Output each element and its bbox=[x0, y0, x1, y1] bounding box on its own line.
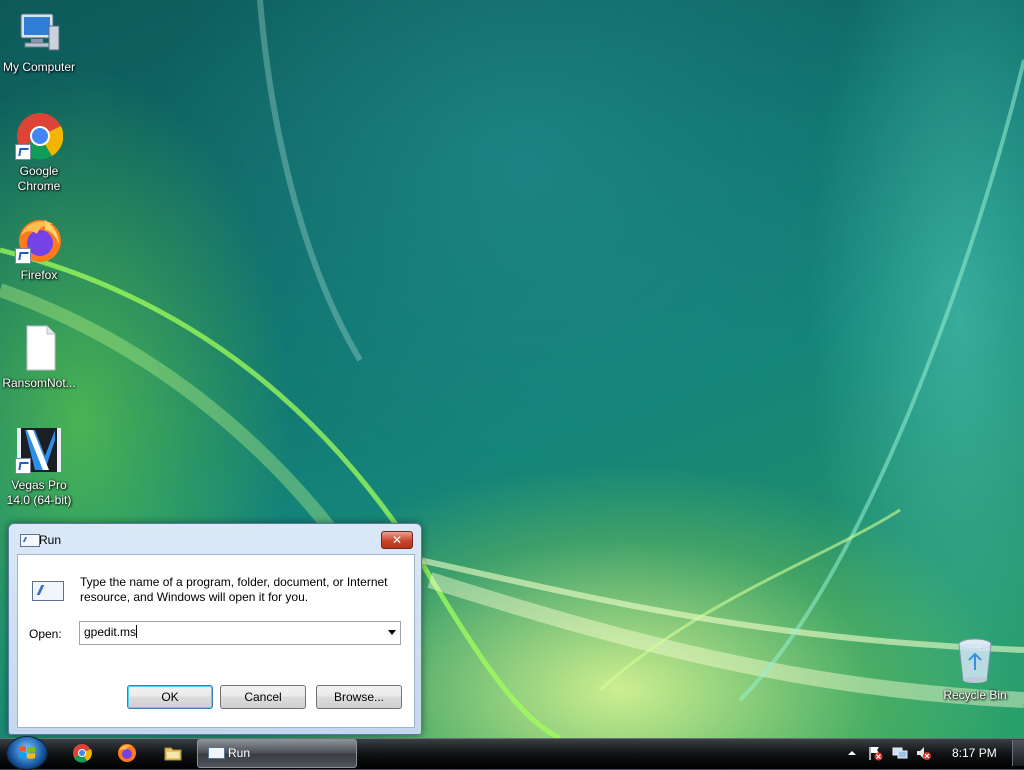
action-center-flag-icon[interactable] bbox=[867, 745, 883, 761]
firefox-icon[interactable] bbox=[117, 743, 137, 763]
desktop-icon-my-computer[interactable]: My Computer bbox=[0, 8, 78, 75]
volume-muted-icon[interactable] bbox=[915, 745, 931, 761]
clock[interactable]: 8:17 PM bbox=[952, 746, 997, 760]
run-icon bbox=[20, 534, 40, 547]
folder-icon[interactable] bbox=[163, 743, 183, 763]
chrome-icon[interactable] bbox=[72, 743, 92, 763]
run-description: Type the name of a program, folder, docu… bbox=[80, 575, 388, 604]
close-button[interactable]: ✕ bbox=[381, 531, 413, 549]
desktop-icon-recycle-bin[interactable]: Recycle Bin bbox=[936, 636, 1014, 703]
desktop-icon-vegas-pro[interactable]: Vegas Pro 14.0 (64-bit) bbox=[0, 426, 78, 508]
run-program-icon bbox=[32, 581, 64, 601]
open-input[interactable]: gpedit.ms bbox=[84, 625, 138, 639]
desktop-icon-google-chrome[interactable]: Google Chrome bbox=[0, 112, 78, 194]
computer-icon bbox=[15, 8, 63, 56]
ok-button[interactable]: OK bbox=[127, 685, 213, 709]
chrome-icon bbox=[15, 112, 64, 160]
chevron-down-icon[interactable] bbox=[388, 630, 396, 635]
vegas-pro-icon bbox=[15, 426, 63, 474]
run-dialog[interactable]: Run ✕ Type the name of a program, folder… bbox=[8, 523, 422, 735]
text-caret bbox=[136, 625, 138, 638]
cancel-button[interactable]: Cancel bbox=[220, 685, 306, 709]
firefox-icon bbox=[15, 216, 63, 264]
recycle-bin-icon bbox=[951, 636, 999, 684]
taskbar-button-run[interactable]: Run bbox=[197, 739, 357, 768]
desktop-icon-ransomnote[interactable]: RansomNot... bbox=[0, 324, 78, 391]
open-combobox[interactable]: gpedit.ms bbox=[79, 621, 401, 645]
icon-label: Vegas Pro 14.0 (64-bit) bbox=[6, 478, 72, 507]
dialog-title: Run bbox=[39, 533, 62, 547]
open-label: Open: bbox=[29, 627, 62, 641]
open-input-value: gpedit.ms bbox=[84, 625, 137, 639]
icon-label: My Computer bbox=[2, 60, 76, 74]
shortcut-arrow-icon bbox=[15, 458, 31, 474]
desktop-icon-firefox[interactable]: Firefox bbox=[0, 216, 78, 283]
title-bar[interactable]: Run ✕ bbox=[9, 524, 421, 554]
icon-label: RansomNot... bbox=[2, 376, 76, 390]
show-desktop-button[interactable] bbox=[1012, 740, 1024, 766]
browse-button[interactable]: Browse... bbox=[316, 685, 402, 709]
run-icon bbox=[208, 747, 225, 759]
show-hidden-icons-icon[interactable] bbox=[844, 745, 860, 761]
taskbar-button-label: Run bbox=[228, 746, 251, 760]
windows-logo-icon bbox=[19, 746, 35, 759]
icon-label: Recycle Bin bbox=[943, 688, 1007, 702]
document-icon bbox=[15, 324, 63, 372]
shortcut-arrow-icon bbox=[15, 248, 31, 264]
shortcut-arrow-icon bbox=[15, 144, 31, 160]
start-button[interactable] bbox=[6, 736, 48, 770]
icon-label: Firefox bbox=[20, 268, 58, 282]
icon-label: Google Chrome bbox=[17, 164, 61, 193]
network-icon[interactable] bbox=[892, 745, 908, 761]
